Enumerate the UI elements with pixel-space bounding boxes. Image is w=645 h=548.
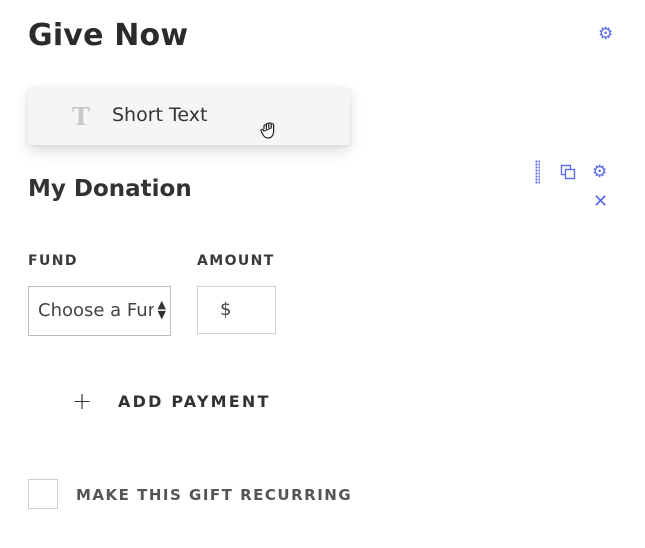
plus-icon: + bbox=[72, 387, 93, 415]
form-settings-gear-icon[interactable]: ⚙ bbox=[598, 26, 613, 43]
section-settings-gear-icon[interactable]: ⚙ bbox=[592, 164, 607, 181]
duplicate-icon[interactable] bbox=[560, 164, 576, 180]
add-payment-label: ADD PAYMENT bbox=[118, 391, 271, 411]
short-text-drag-preview[interactable]: T Short Text bbox=[28, 87, 350, 145]
recurring-checkbox[interactable] bbox=[28, 479, 58, 509]
fund-select-value: Choose a Fund bbox=[38, 300, 154, 321]
section-title: My Donation bbox=[28, 176, 192, 202]
grab-hand-cursor-icon bbox=[260, 122, 275, 139]
drag-preview-label: Short Text bbox=[112, 104, 208, 126]
text-type-icon: T bbox=[72, 102, 90, 131]
fund-label: FUND bbox=[28, 253, 78, 269]
recurring-label[interactable]: MAKE THIS GIFT RECURRING bbox=[76, 486, 352, 504]
fund-select[interactable]: Choose a Fund ▲▼ bbox=[28, 286, 171, 336]
select-arrows-icon: ▲ ▼ bbox=[157, 298, 166, 321]
add-payment-button[interactable]: + ADD PAYMENT bbox=[72, 387, 271, 415]
amount-label: AMOUNT bbox=[197, 253, 275, 269]
grab-hand-icon bbox=[259, 119, 281, 144]
close-icon[interactable]: ✕ bbox=[593, 193, 608, 211]
drag-handle-icon[interactable] bbox=[535, 160, 540, 184]
amount-input[interactable]: $ bbox=[197, 286, 276, 334]
page-title: Give Now bbox=[28, 18, 189, 53]
currency-symbol: $ bbox=[220, 299, 232, 320]
